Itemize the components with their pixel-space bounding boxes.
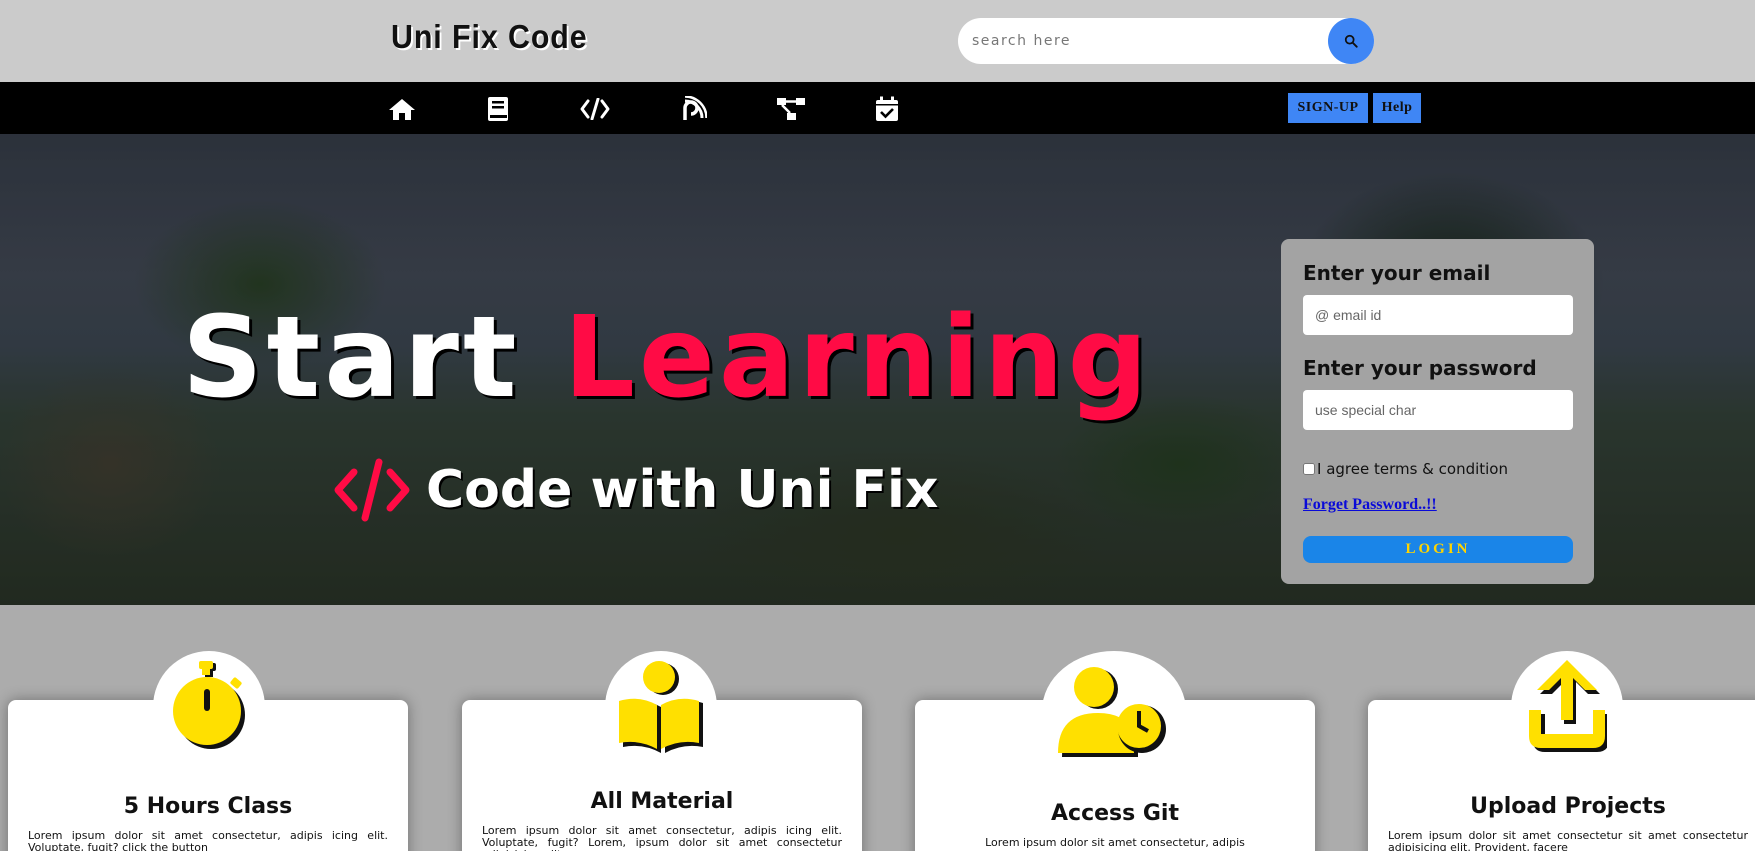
upload-icon — [1529, 660, 1607, 752]
blog-icon — [683, 96, 707, 120]
terms-row: I agree terms & condition — [1303, 460, 1508, 478]
reading-icon — [619, 661, 703, 753]
hero-subtitle-text: Code with Uni Fix — [426, 460, 939, 520]
nav-home[interactable] — [387, 94, 417, 124]
terms-checkbox[interactable] — [1303, 463, 1315, 475]
card-title: Access Git — [1051, 801, 1179, 826]
card-text: Lorem ipsum dolor sit amet consectetur s… — [1388, 829, 1748, 851]
email-field[interactable] — [1303, 295, 1573, 335]
forget-password-link[interactable]: Forget Password..!! — [1303, 496, 1437, 514]
hero-title-start: Start — [182, 293, 521, 423]
sitemap-icon — [777, 98, 805, 120]
nav-sitemap[interactable] — [776, 94, 806, 124]
terms-label: I agree terms & condition — [1317, 460, 1508, 478]
card-title: All Material — [590, 789, 734, 814]
hero-title-learning: Learning — [563, 293, 1152, 423]
card-text: Lorem ipsum dolor sit amet consectetur, … — [28, 829, 388, 851]
login-button[interactable]: LOGIN — [1303, 536, 1573, 563]
search-bar — [958, 18, 1374, 64]
email-label: Enter your email — [1303, 261, 1491, 285]
calendar-check-icon — [876, 96, 898, 121]
nav-bar: SIGN-UP Help — [0, 82, 1755, 134]
card-icon-circle — [605, 651, 717, 763]
nav-book[interactable] — [483, 94, 513, 124]
card-title: 5 Hours Class — [123, 794, 293, 819]
card-text: Lorem ipsum dolor sit amet consectetur, … — [985, 836, 1245, 849]
book-icon — [488, 97, 508, 121]
code-icon — [334, 458, 410, 522]
login-panel: Enter your email Enter your password I a… — [1281, 239, 1594, 584]
password-field[interactable] — [1303, 390, 1573, 430]
hero-subtitle: Code with Uni Fix — [332, 458, 938, 522]
hero-title: Start Learning — [182, 302, 1152, 414]
header: Uni Fix Code — [0, 0, 1755, 82]
search-icon — [1344, 34, 1358, 48]
nav-calendar[interactable] — [872, 94, 902, 124]
card-icon-circle — [1511, 651, 1623, 763]
user-clock-icon — [1058, 667, 1166, 757]
site-logo[interactable]: Uni Fix Code — [391, 18, 588, 56]
home-icon — [389, 99, 415, 120]
card-title: Upload Projects — [1470, 794, 1666, 819]
card-icon-circle — [153, 651, 265, 763]
nav-code[interactable] — [580, 94, 610, 124]
signup-button[interactable]: SIGN-UP — [1288, 93, 1368, 123]
password-label: Enter your password — [1303, 356, 1537, 380]
nav-blog[interactable] — [679, 94, 709, 124]
search-input[interactable] — [972, 28, 1312, 54]
help-button[interactable]: Help — [1373, 93, 1421, 123]
stopwatch-icon — [173, 661, 245, 749]
search-button[interactable] — [1328, 18, 1374, 64]
card-text: Lorem ipsum dolor sit amet consectetur, … — [482, 824, 842, 851]
card-icon-circle — [1042, 651, 1186, 771]
code-icon — [580, 98, 610, 120]
